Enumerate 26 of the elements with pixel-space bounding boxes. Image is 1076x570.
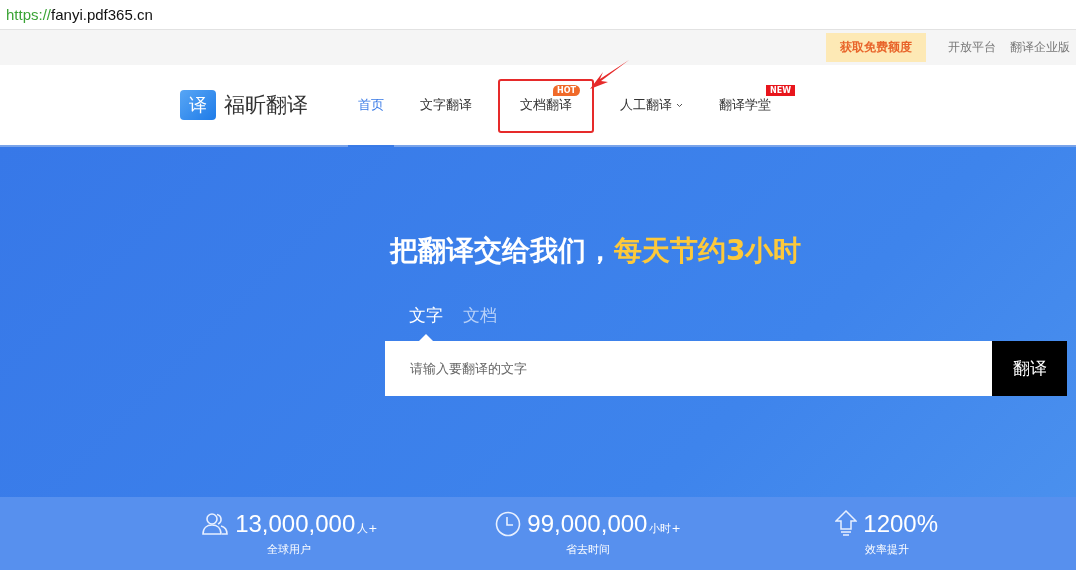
- stat-unit: 小时+: [649, 521, 681, 536]
- top-link[interactable]: 翻译企业版: [1010, 39, 1070, 56]
- mode-tab[interactable]: 文字: [409, 304, 443, 341]
- clock-icon: [495, 511, 522, 537]
- nav-tab[interactable]: 文档翻译: [510, 93, 582, 117]
- url-text[interactable]: https://fanyi.pdf365.cn: [6, 6, 153, 23]
- stat-value: 99,000,000: [527, 510, 648, 538]
- stat-value: 13,000,000: [235, 510, 356, 538]
- hot-badge: HOT: [553, 85, 580, 96]
- users-icon: [201, 512, 230, 536]
- logo-icon: 译: [180, 90, 216, 120]
- nav-tab[interactable]: 文字翻译: [410, 93, 482, 117]
- stat-value: 1200%: [863, 510, 938, 538]
- stat-label: 效率提升: [864, 542, 909, 557]
- up-arrow-icon: [835, 510, 858, 538]
- stat-label: 省去时间: [566, 542, 610, 557]
- stat-unit: 人+: [357, 521, 378, 536]
- new-badge: NEW: [766, 85, 795, 96]
- translate-input[interactable]: 请输入要翻译的文字: [385, 341, 992, 396]
- top-link[interactable]: 开放平台: [948, 39, 996, 56]
- hero-title: 把翻译交给我们，每天节约3小时: [388, 233, 803, 269]
- logo[interactable]: 译 福昕翻译: [180, 65, 308, 145]
- translate-button[interactable]: 翻译: [992, 341, 1067, 396]
- nav-tab[interactable]: 人工翻译: [610, 93, 693, 117]
- stat-label: 全球用户: [267, 542, 312, 557]
- nav-tab[interactable]: 翻译学堂: [709, 93, 781, 117]
